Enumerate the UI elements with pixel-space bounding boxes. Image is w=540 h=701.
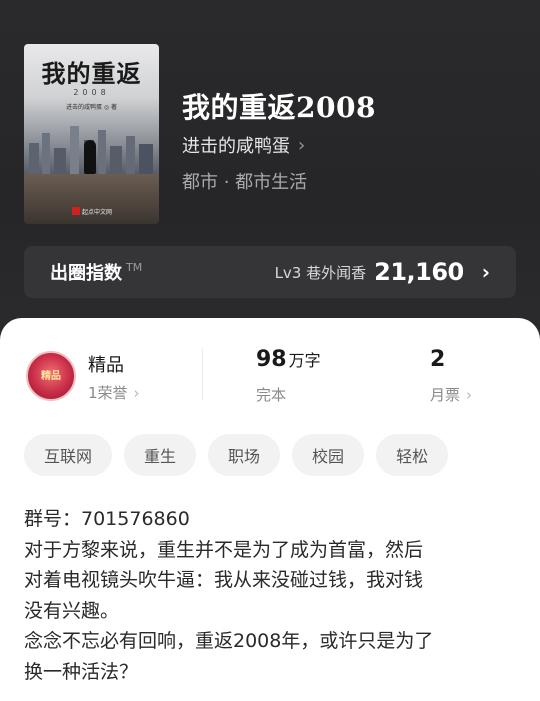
chevron-right-icon: › <box>298 134 306 156</box>
cover-year: 2008 <box>73 88 110 97</box>
stat-divider <box>202 348 203 400</box>
cover-publisher: 起点中文网 <box>72 207 112 216</box>
honor-count: 1荣誉 <box>88 384 128 402</box>
index-title: 出圈指数 <box>50 263 122 284</box>
trademark-mark: TM <box>126 260 143 274</box>
tag-chip[interactable]: 校园 <box>292 434 365 476</box>
description-line: 对于方黎来说，重生并不是为了成为首富，然后 <box>24 538 424 561</box>
description-line: 念念不忘必有回响，重返2008年，或许只是为了 <box>24 630 434 652</box>
tag-chip[interactable]: 职场 <box>208 434 281 476</box>
chevron-right-icon: › <box>481 260 490 284</box>
badge-text: 精品 <box>41 370 61 382</box>
description-line: 换一种活法？ <box>24 660 139 683</box>
completion-status: 完本 <box>256 386 287 404</box>
popularity-index-bar[interactable]: 出圈指数 TM Lv3 巷外闻香 21,160 › <box>24 246 516 298</box>
figure-silhouette-icon <box>84 140 96 174</box>
tag-chip[interactable]: 轻松 <box>376 434 449 476</box>
description-line: 群号：701576860 <box>24 508 190 530</box>
description-line: 对着电视镜头吹牛逼：我从来没碰过钱，我对钱 <box>24 569 424 591</box>
index-value: 21,160 <box>374 258 464 286</box>
monthly-ticket-link[interactable]: 月票 › <box>430 384 472 405</box>
author-link[interactable]: 进击的咸鸭蛋 › <box>182 132 305 158</box>
word-count-unit: 万字 <box>288 351 321 370</box>
tag-chip[interactable]: 互联网 <box>24 434 113 476</box>
tag-list: 互联网 重生 职场 校园 轻松 <box>24 434 449 476</box>
index-level: Lv3 巷外闻香 <box>274 263 367 282</box>
index-value-group: Lv3 巷外闻香 21,160 › <box>275 258 490 286</box>
monthly-ticket-count: 2 <box>430 347 446 372</box>
book-description[interactable]: 群号：701576860 对于方黎来说，重生并不是为了成为首富，然后 对着电视镜… <box>24 504 520 687</box>
honor-link[interactable]: 1荣誉 › <box>88 382 140 403</box>
book-title: 我的重返2008 <box>182 91 376 124</box>
cover-floor <box>24 174 159 224</box>
word-count: 98 万字 <box>256 347 321 372</box>
word-count-value: 98 <box>256 347 287 372</box>
quality-badge-icon[interactable]: 精品 <box>26 351 76 401</box>
cover-author: 进击的咸鸭蛋 ◎ 著 <box>65 104 118 111</box>
book-cover[interactable]: 我的重返 2008 进击的咸鸭蛋 ◎ 著 起点中文网 <box>24 44 159 224</box>
chevron-right-icon: › <box>466 386 473 404</box>
author-name: 进击的咸鸭蛋 <box>182 136 290 157</box>
chevron-right-icon: › <box>133 384 140 402</box>
monthly-ticket-label: 月票 <box>430 386 461 404</box>
tag-chip[interactable]: 重生 <box>124 434 197 476</box>
book-genre: 都市 · 都市生活 <box>182 172 308 193</box>
cover-title: 我的重返 <box>41 59 142 88</box>
description-line: 没有兴趣。 <box>24 599 120 622</box>
quality-label: 精品 <box>88 355 124 376</box>
